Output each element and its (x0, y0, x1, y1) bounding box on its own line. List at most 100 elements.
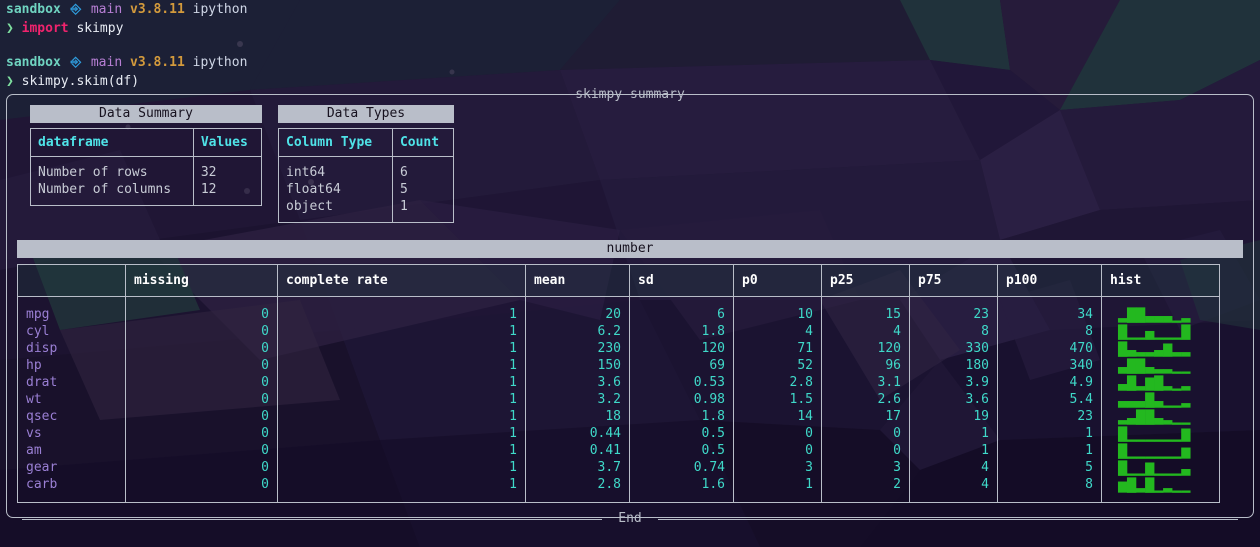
table-header-row: Column Type Count (278, 128, 454, 157)
cell-variable-name: vs (17, 425, 126, 442)
cell-p0: 14 (733, 408, 822, 425)
col-header-p75: p75 (909, 264, 998, 297)
cell-label: object (286, 199, 333, 214)
prompt-branch: main (90, 55, 123, 70)
cell-p25: 4 (821, 323, 910, 340)
cell-p75: 1 (909, 425, 998, 442)
prompt-arrow-icon: ❯ (6, 74, 14, 89)
panel-footer: End (16, 509, 1244, 529)
cell-missing: 0 (125, 340, 278, 357)
cell-p0: 4 (733, 323, 822, 340)
prompt-branch: main (90, 2, 123, 17)
cell-p25: 15 (821, 296, 910, 323)
col-header-dataframe: dataframe (30, 128, 194, 157)
cell-p25: 96 (821, 357, 910, 374)
cell-sd: 1.8 (629, 408, 734, 425)
number-statistics-table: missing complete rate mean sd p0 p25 p75… (17, 264, 1220, 503)
cell-variable-name: carb (17, 476, 126, 503)
data-summary-table: Data Summary dataframe Values Number of … (30, 105, 262, 223)
footer-rule-left (22, 519, 602, 520)
cell-p0: 1.5 (733, 391, 822, 408)
cell-missing: 0 (125, 391, 278, 408)
cell-p0: 3 (733, 459, 822, 476)
table-row: disp 0 1 230 120 71 120 330 470 ▇▃▂▂▃▆▂▂ (17, 339, 1220, 357)
cell-variable-name: hp (17, 357, 126, 374)
col-header-p100: p100 (997, 264, 1102, 297)
col-header-p25: p25 (821, 264, 910, 297)
cell-missing: 0 (125, 296, 278, 323)
cell-variable-name: drat (17, 374, 126, 391)
col-header-values: Values (192, 128, 262, 157)
cell-complete-rate: 1 (277, 476, 526, 503)
cell-p75: 1 (909, 442, 998, 459)
cell-complete-rate: 1 (277, 357, 526, 374)
cell-p100: 1 (997, 442, 1102, 459)
table-row: Number of rows 32 (31, 156, 262, 181)
cell-p75: 8 (909, 323, 998, 340)
prompt-host: sandbox (6, 2, 61, 17)
prompt-line-2: sandbox ⎆ main v3.8.11 ipython (6, 53, 1260, 72)
cell-complete-rate: 1 (277, 442, 526, 459)
cell-missing: 0 (125, 442, 278, 459)
cell-label: float64 (286, 182, 341, 197)
cell-variable-name: disp (17, 340, 126, 357)
table-header-row: missing complete rate mean sd p0 p25 p75… (17, 264, 1220, 297)
terminal-prompt-block-2: sandbox ⎆ main v3.8.11 ipython ❯ skimpy.… (0, 53, 1260, 91)
cell-variable-name: gear (17, 459, 126, 476)
cell-p0: 52 (733, 357, 822, 374)
cell-p0: 10 (733, 296, 822, 323)
cell-sd: 1.8 (629, 323, 734, 340)
cell-p100: 34 (997, 296, 1102, 323)
cell-p0: 0 (733, 425, 822, 442)
prompt-env: ipython (192, 2, 248, 17)
cell-histogram: ▂▇▇▃▃▃▁▂ (1118, 305, 1191, 323)
cell-mean: 20 (525, 296, 630, 323)
col-header-sd: sd (629, 264, 734, 297)
cell-complete-rate: 1 (277, 408, 526, 425)
cell-histogram: ▇▃▂▂▃▆▂▂ (1118, 339, 1191, 357)
cell-histogram: ▃▇▂▆▇▂▁▂ (1118, 373, 1191, 391)
cell-value: 6 (391, 156, 454, 181)
cell-p25: 2 (821, 476, 910, 503)
cell-missing: 0 (125, 425, 278, 442)
footer-label: End (618, 511, 642, 526)
cell-value: 32 (192, 156, 262, 181)
cell-value: 5 (391, 181, 454, 198)
cell-missing: 0 (125, 476, 278, 503)
summary-tables-row: Data Summary dataframe Values Number of … (16, 101, 1244, 223)
cell-mean: 150 (525, 357, 630, 374)
cell-p75: 4 (909, 459, 998, 476)
cell-p25: 0 (821, 425, 910, 442)
cell-complete-rate: 1 (277, 374, 526, 391)
cell-p100: 5 (997, 459, 1102, 476)
cell-mean: 3.7 (525, 459, 630, 476)
terminal-screen: sandbox ⎆ main v3.8.11 ipython ❯ import … (0, 0, 1260, 547)
data-summary-grid: dataframe Values Number of rows 32 Numbe… (30, 128, 262, 206)
cell-histogram: ▃▇▇▃▂▂▁▁ (1118, 356, 1191, 374)
cell-variable-name: am (17, 442, 126, 459)
table-row: Number of columns 12 (31, 181, 262, 206)
command-line-2[interactable]: ❯ skimpy.skim(df) (6, 72, 1260, 91)
command-text: skimpy.skim(df) (21, 74, 140, 89)
cell-p75: 180 (909, 357, 998, 374)
cell-p75: 3.6 (909, 391, 998, 408)
table-row: float64 5 (279, 181, 454, 198)
cell-histogram: ▂▃▇▇▃▂▁▁ (1118, 407, 1191, 425)
cell-sd: 69 (629, 357, 734, 374)
cell-mean: 0.44 (525, 425, 630, 442)
table-row: mpg 0 1 20 6 10 15 23 34 ▂▇▇▃▃▃▁▂ (17, 296, 1220, 323)
cell-variable-name: cyl (17, 323, 126, 340)
command-line-1[interactable]: ❯ import skimpy (6, 19, 1260, 38)
data-types-caption: Data Types (278, 105, 454, 123)
cell-variable-name: wt (17, 391, 126, 408)
cell-missing: 0 (125, 323, 278, 340)
python-keyword: import (21, 21, 69, 36)
cell-p100: 1 (997, 425, 1102, 442)
table-row: int64 6 (279, 156, 454, 181)
cell-missing: 0 (125, 408, 278, 425)
col-header-column-type: Column Type (278, 128, 393, 157)
git-branch-icon: ⎆ (70, 2, 82, 17)
table-row: gear 0 1 3.7 0.74 3 3 4 5 ▇▁▁▆▁▁▁▃ (17, 459, 1220, 476)
cell-sd: 0.5 (629, 442, 734, 459)
